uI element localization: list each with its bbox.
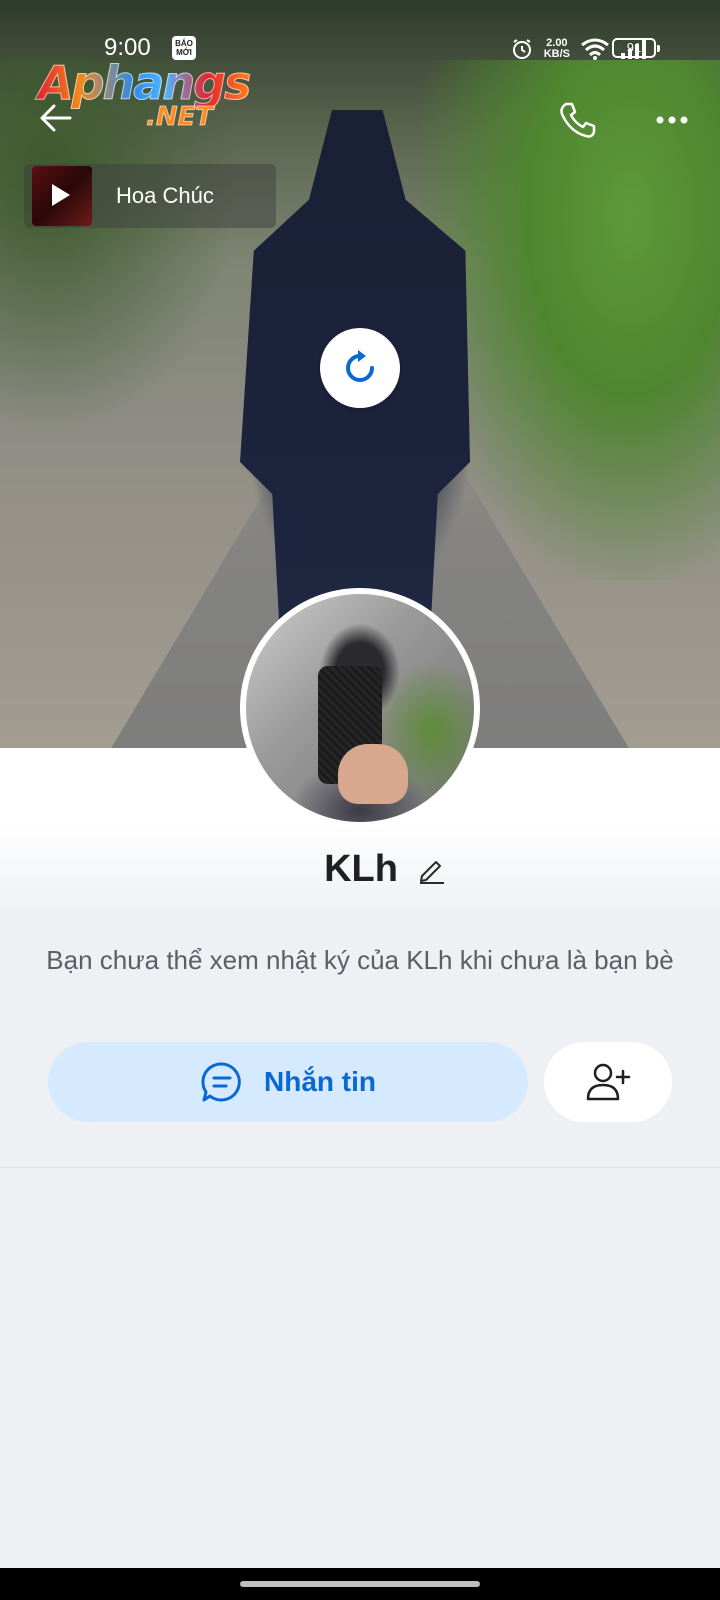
cover-refresh-button[interactable] bbox=[320, 328, 400, 408]
status-bar: 9:00 BÁO MỚI 2.00 KB/S 91 bbox=[0, 28, 720, 68]
edit-pencil-icon[interactable] bbox=[416, 854, 446, 884]
message-button-label: Nhắn tin bbox=[264, 1066, 376, 1097]
more-button[interactable] bbox=[652, 100, 692, 140]
net-speed-unit: KB/S bbox=[543, 48, 570, 60]
alarm-icon bbox=[512, 39, 531, 59]
watermark-sub: .NET bbox=[145, 102, 214, 133]
phone-icon bbox=[560, 102, 596, 138]
system-nav-bar bbox=[0, 1568, 720, 1600]
message-button[interactable]: Nhắn tin bbox=[48, 1042, 528, 1122]
avatar[interactable] bbox=[240, 588, 480, 828]
refresh-icon bbox=[346, 350, 374, 382]
profile-actions: Nhắn tin bbox=[48, 1042, 672, 1122]
baomoi-icon: BÁO MỚI bbox=[172, 36, 196, 60]
net-speed: 2.00 KB/S bbox=[544, 38, 570, 60]
wifi-icon bbox=[581, 38, 609, 60]
music-cover-art[interactable] bbox=[32, 166, 92, 226]
avatar-hand bbox=[338, 744, 408, 804]
more-dots-icon bbox=[656, 116, 688, 124]
back-button[interactable] bbox=[36, 98, 76, 138]
back-arrow-icon bbox=[40, 104, 72, 132]
play-icon bbox=[52, 184, 70, 206]
profile-name: KLh bbox=[324, 847, 398, 890]
add-friend-button[interactable] bbox=[544, 1042, 672, 1122]
profile-name-row: KLh bbox=[0, 844, 720, 894]
status-time: 9:00 bbox=[104, 34, 151, 61]
battery-icon: 91 bbox=[612, 38, 660, 58]
call-button[interactable] bbox=[556, 98, 600, 142]
chat-bubble-icon bbox=[201, 1062, 241, 1102]
add-friend-icon bbox=[586, 1063, 631, 1101]
home-indicator[interactable] bbox=[240, 1581, 480, 1587]
music-title: Hoa Chúc bbox=[116, 183, 214, 208]
profile-music[interactable]: Hoa Chúc bbox=[24, 164, 276, 228]
privacy-note: Bạn chưa thể xem nhật ký của KLh khi chư… bbox=[46, 945, 674, 975]
